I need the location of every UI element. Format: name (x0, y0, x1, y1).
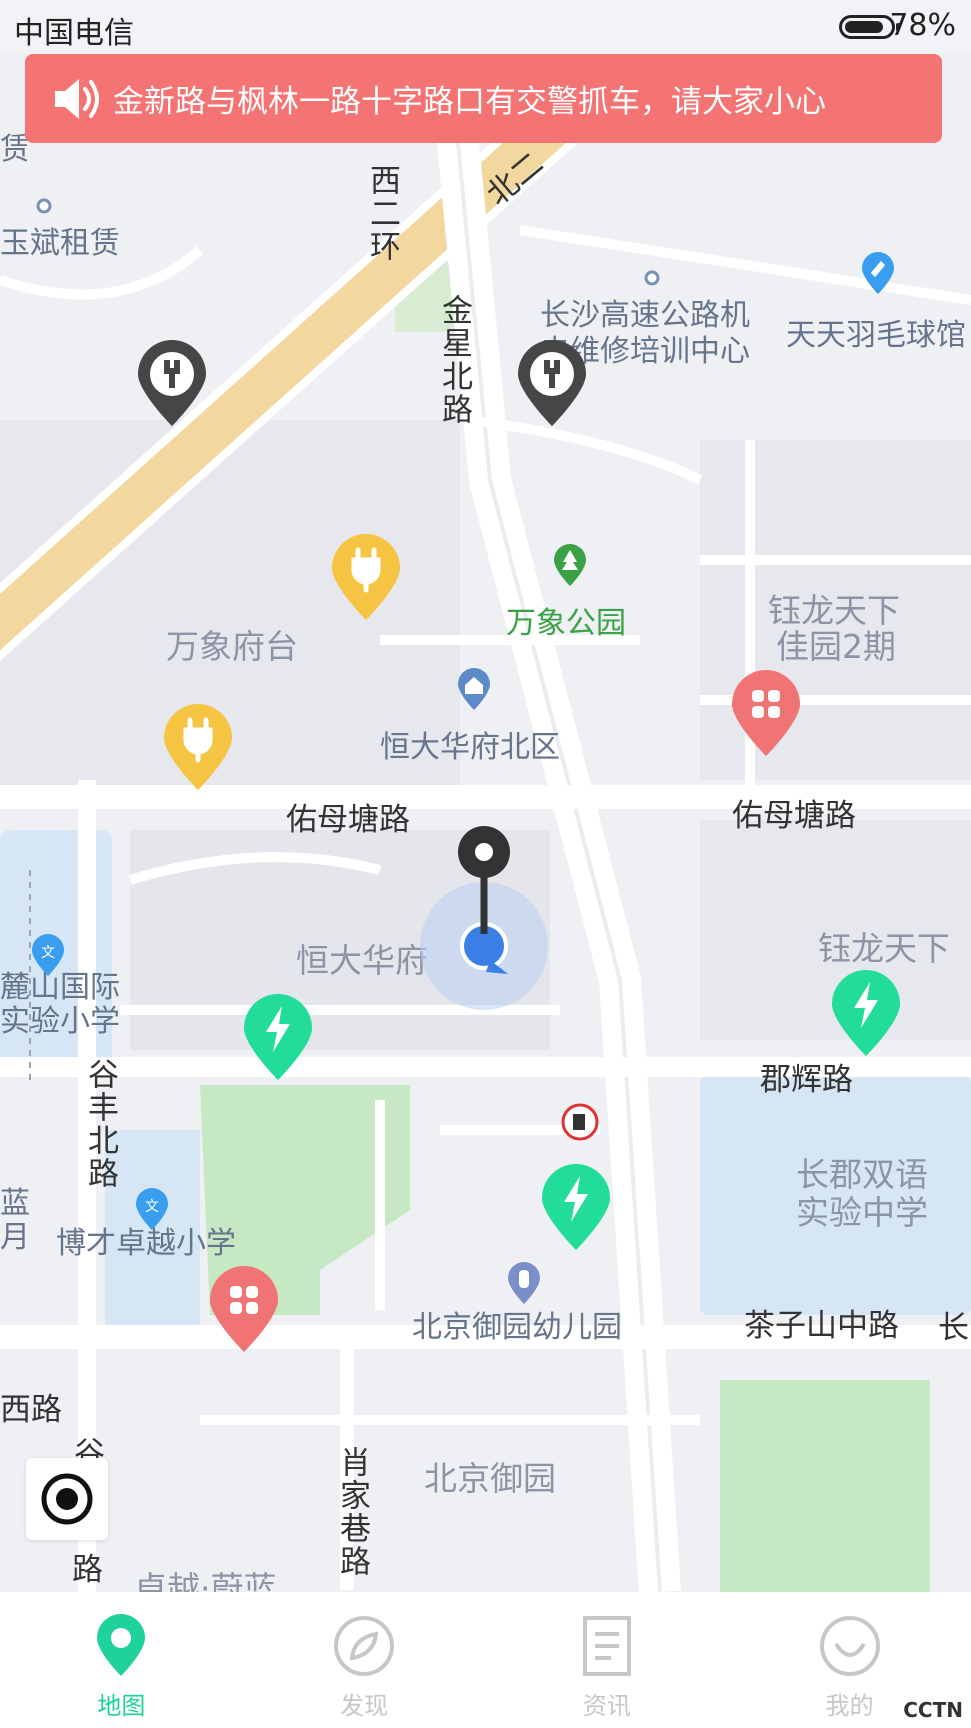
poi-dot-icon (644, 270, 660, 286)
place-label-wanxiang-fu: 万象府台 (166, 627, 298, 666)
tab-map[interactable]: 地图 (0, 1592, 243, 1728)
battery-icon (839, 15, 900, 39)
map-pin-icon (97, 1614, 146, 1676)
badminton-icon[interactable] (860, 252, 896, 296)
gas-station-icon[interactable] (560, 1102, 600, 1142)
kindergarten-icon[interactable] (506, 1262, 542, 1306)
traffic-alert-banner[interactable]: 金新路与枫林一路十字路口有交警抓车，请大家小心 (25, 54, 942, 143)
place-label-yulong-right: 钰龙天下 (818, 929, 950, 968)
map-view[interactable]: 西二环 北二 金星北路 佑母塘路 佑母塘路 郡辉路 谷丰北路 茶子山中路 肖家巷… (0, 54, 971, 1592)
road-label-xierhuan: 西二环 (364, 164, 400, 263)
status-bar: 中国电信 78% (0, 0, 971, 54)
watermark: CCTN (903, 1698, 963, 1722)
tab-map-label: 地图 (97, 1692, 146, 1720)
service-station-pin[interactable] (136, 340, 208, 428)
locate-target-icon (41, 1473, 93, 1525)
battery-percent: 78% (889, 8, 956, 43)
place-label-beijing-kg: 北京御园幼儿园 (412, 1310, 622, 1345)
svg-text:文: 文 (41, 945, 55, 961)
fast-charger-pin[interactable] (540, 1164, 612, 1252)
place-label-lushan-2: 实验小学 (0, 1004, 120, 1039)
fast-charger-pin[interactable] (242, 994, 314, 1082)
place-label-wanxiang-park: 万象公园 (506, 606, 626, 641)
place-label-zhuoyue: 卓越·蔚蓝 (134, 1569, 277, 1592)
place-label-beijing-yuan: 北京御园 (424, 1459, 556, 1498)
place-label-hengda: 恒大华府 (296, 941, 428, 980)
road-label-xiaojia: 肖家巷路 (334, 1446, 370, 1578)
food-service-pin[interactable] (208, 1266, 280, 1354)
poi-dot-icon (36, 198, 52, 214)
document-icon (582, 1616, 631, 1676)
road-label-youmu-left: 佑母塘路 (286, 802, 410, 838)
tab-discover[interactable]: 发现 (243, 1592, 486, 1728)
road-label-junhui: 郡辉路 (760, 1062, 853, 1098)
road-label-gufeng: 谷丰北路 (82, 1058, 118, 1190)
current-location-marker (420, 826, 548, 1010)
speaker-icon (55, 78, 99, 119)
charger-plug-pin[interactable] (162, 704, 234, 792)
bottom-navigation: 地图 发现 资讯 我的 (0, 1592, 971, 1728)
tab-news[interactable]: 资讯 (486, 1592, 729, 1728)
place-label-zulin: 玉斌租赁 (0, 226, 120, 261)
park-icon[interactable] (552, 544, 588, 588)
tab-discover-label: 发现 (340, 1692, 389, 1720)
locate-me-button[interactable] (26, 1458, 108, 1540)
charger-plug-pin[interactable] (330, 534, 402, 622)
residence-icon[interactable] (456, 668, 492, 712)
place-label-changjun-2: 实验中学 (796, 1193, 928, 1232)
svg-text:文: 文 (145, 1199, 159, 1215)
road-label-xilu: 西路 (0, 1392, 62, 1428)
road-label-jinxing: 金星北路 (436, 294, 472, 426)
school-icon[interactable]: 文 (134, 1188, 170, 1232)
road-label-youmu-right: 佑母塘路 (732, 798, 856, 834)
food-service-pin[interactable] (730, 670, 802, 758)
place-label-yulong-2: 佳园2期 (776, 627, 896, 666)
place-label-hengda-north: 恒大华府北区 (380, 730, 560, 765)
alert-message: 金新路与枫林一路十字路口有交警抓车，请大家小心 (113, 84, 826, 120)
tab-profile-label: 我的 (825, 1692, 874, 1720)
fast-charger-pin[interactable] (830, 970, 902, 1058)
road-label-chang: 长 (938, 1310, 969, 1346)
place-label-badminton: 天天羽毛球馆 (786, 318, 966, 353)
carrier-label: 中国电信 (14, 16, 134, 51)
place-label-yue: 月 (0, 1220, 30, 1255)
road-label-chazi: 茶子山中路 (744, 1308, 899, 1344)
compass-icon (334, 1616, 395, 1676)
school-icon[interactable]: 文 (30, 934, 66, 978)
tab-news-label: 资讯 (582, 1692, 631, 1720)
road-label-lu: 路 (72, 1552, 103, 1588)
smile-icon (819, 1616, 880, 1676)
service-station-pin[interactable] (516, 340, 588, 428)
